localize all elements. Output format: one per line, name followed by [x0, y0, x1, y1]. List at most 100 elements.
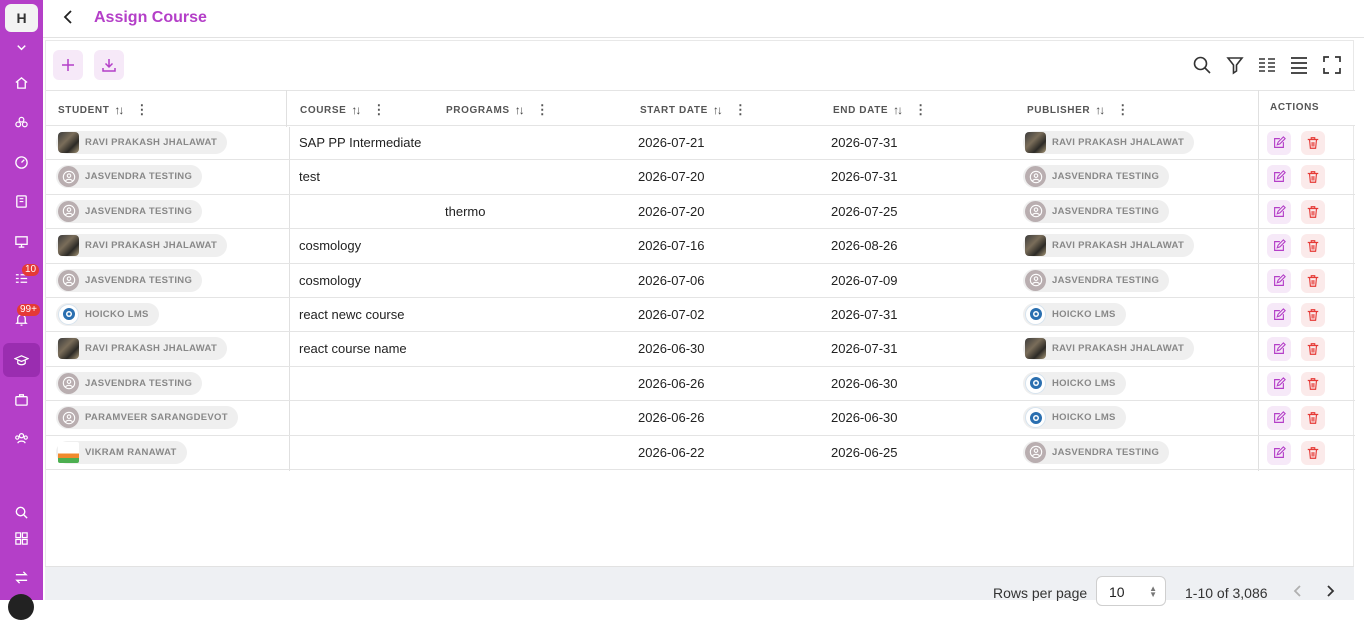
delete-button[interactable] — [1301, 337, 1325, 362]
table-row[interactable]: JASVENDRA TESTING thermo 2026-07-20 2026-07… — [46, 195, 1355, 230]
student-chip[interactable]: VIKRAM RANAWAT — [56, 440, 187, 464]
apps-icon[interactable] — [12, 529, 30, 547]
column-menu-icon[interactable]: ⋮ — [734, 102, 748, 118]
sort-icon[interactable]: ↑↓ — [515, 103, 525, 117]
search-icon[interactable] — [12, 503, 30, 521]
table-row[interactable]: JASVENDRA TESTING cosmology 2026-07-06 2026… — [46, 264, 1355, 298]
users-icon[interactable] — [12, 429, 30, 447]
edit-button[interactable] — [1267, 131, 1291, 155]
student-chip[interactable]: JASVENDRA TESTING — [56, 199, 203, 223]
edit-button[interactable] — [1267, 440, 1291, 465]
start-date-cell: 2026-07-20 — [638, 203, 705, 219]
student-chip[interactable]: RAVI PRAKASH JHALAWAT — [56, 131, 228, 154]
column-menu-icon[interactable]: ⋮ — [914, 102, 928, 118]
graduation-cap-icon[interactable] — [12, 351, 30, 369]
group-icon[interactable] — [12, 113, 30, 131]
filter-button[interactable] — [1224, 54, 1246, 76]
table-row[interactable]: PARAMVEER SARANGDEVOT 2026-06-26 2026-06-3… — [46, 401, 1355, 436]
column-divider[interactable] — [286, 90, 287, 127]
publisher-chip[interactable]: HOICKO LMS — [1023, 406, 1126, 430]
sort-icon[interactable]: ↑↓ — [351, 103, 361, 117]
column-start-date[interactable]: START DATE ↑↓ ⋮ — [640, 102, 747, 118]
student-chip[interactable]: JASVENDRA TESTING — [56, 268, 203, 292]
columns-button[interactable] — [1256, 54, 1278, 76]
edit-button[interactable] — [1267, 165, 1291, 190]
add-button[interactable] — [53, 50, 83, 80]
edit-button[interactable] — [1267, 302, 1291, 327]
user-avatar[interactable] — [8, 594, 34, 620]
edit-button[interactable] — [1267, 337, 1291, 362]
publisher-chip[interactable]: RAVI PRAKASH JHALAWAT — [1023, 337, 1195, 361]
column-end-date[interactable]: END DATE ↑↓ ⋮ — [833, 102, 928, 118]
plus-icon — [62, 59, 74, 71]
edit-button[interactable] — [1267, 199, 1291, 224]
density-button[interactable] — [1288, 54, 1310, 76]
column-menu-icon[interactable]: ⋮ — [372, 102, 386, 118]
book-icon[interactable] — [12, 192, 30, 210]
student-chip[interactable]: JASVENDRA TESTING — [56, 371, 203, 395]
delete-button[interactable] — [1301, 371, 1325, 396]
course-cell: react course name — [299, 341, 407, 357]
publisher-chip[interactable]: JASVENDRA TESTING — [1023, 268, 1170, 292]
table-row[interactable]: JASVENDRA TESTING 2026-06-26 2026-06-30 HOI… — [46, 367, 1355, 402]
student-chip[interactable]: HOICKO LMS — [56, 302, 159, 326]
rows-per-page-select[interactable]: 10 ▲ ▼ — [1096, 576, 1166, 606]
table-row[interactable]: RAVI PRAKASH JHALAWAT SAP PP Intermediate… — [46, 126, 1355, 161]
student-chip[interactable]: RAVI PRAKASH JHALAWAT — [56, 337, 228, 361]
download-button[interactable] — [94, 50, 124, 80]
chevron-down-icon[interactable] — [12, 38, 30, 56]
table-row[interactable]: JASVENDRA TESTING test 2026-07-20 2026-07-3… — [46, 160, 1355, 195]
swap-icon[interactable] — [12, 568, 30, 586]
column-programs[interactable]: PROGRAMS ↑↓ ⋮ — [446, 102, 549, 118]
publisher-chip[interactable]: JASVENDRA TESTING — [1023, 165, 1170, 189]
delete-button[interactable] — [1301, 165, 1325, 190]
student-chip[interactable]: JASVENDRA TESTING — [56, 165, 203, 189]
sort-icon[interactable]: ↑↓ — [893, 103, 903, 117]
edit-button[interactable] — [1267, 406, 1291, 431]
delete-button[interactable] — [1301, 268, 1325, 293]
table-row[interactable]: RAVI PRAKASH JHALAWAT react course name 20… — [46, 332, 1355, 367]
column-publisher[interactable]: PUBLISHER ↑↓ ⋮ — [1027, 102, 1130, 118]
publisher-chip[interactable]: HOICKO LMS — [1023, 302, 1126, 326]
delete-button[interactable] — [1301, 131, 1325, 155]
edit-button[interactable] — [1267, 234, 1291, 259]
presentation-icon[interactable] — [12, 232, 30, 250]
publisher-chip[interactable]: HOICKO LMS — [1023, 371, 1126, 395]
publisher-chip[interactable]: JASVENDRA TESTING — [1023, 440, 1170, 464]
back-arrow-icon[interactable] — [61, 9, 79, 27]
delete-button[interactable] — [1301, 440, 1325, 465]
student-chip[interactable]: PARAMVEER SARANGDEVOT — [56, 406, 238, 430]
table-row[interactable]: RAVI PRAKASH JHALAWAT cosmology 2026-07-16… — [46, 229, 1355, 264]
sort-icon[interactable]: ↑↓ — [713, 103, 723, 117]
table-row[interactable]: HOICKO LMS react newc course 2026-07-02 202… — [46, 298, 1355, 333]
home-icon[interactable] — [12, 73, 30, 91]
briefcase-icon[interactable] — [12, 390, 30, 408]
column-course[interactable]: COURSE ↑↓ ⋮ — [300, 102, 386, 118]
column-label: STUDENT — [58, 104, 110, 116]
search-table-button[interactable] — [1191, 54, 1213, 76]
prev-page-button[interactable] — [1290, 583, 1308, 601]
column-menu-icon[interactable]: ⋮ — [1116, 102, 1130, 118]
edit-button[interactable] — [1267, 371, 1291, 396]
delete-button[interactable] — [1301, 199, 1325, 224]
gauge-icon[interactable] — [12, 153, 30, 171]
table-row[interactable]: VIKRAM RANAWAT 2026-06-22 2026-06-25 JASVEN… — [46, 436, 1355, 470]
publisher-chip[interactable]: RAVI PRAKASH JHALAWAT — [1023, 234, 1195, 258]
edit-button[interactable] — [1267, 268, 1291, 293]
app-logo[interactable]: H — [5, 4, 38, 32]
delete-button[interactable] — [1301, 234, 1325, 259]
column-menu-icon[interactable]: ⋮ — [135, 102, 149, 118]
sort-icon[interactable]: ↑↓ — [114, 103, 124, 117]
column-menu-icon[interactable]: ⋮ — [536, 102, 550, 118]
publisher-chip[interactable]: RAVI PRAKASH JHALAWAT — [1023, 131, 1195, 154]
fullscreen-button[interactable] — [1321, 54, 1343, 76]
column-student[interactable]: STUDENT ↑↓ ⋮ — [58, 102, 149, 118]
delete-button[interactable] — [1301, 302, 1325, 327]
publisher-chip[interactable]: JASVENDRA TESTING — [1023, 199, 1170, 223]
publisher-name: JASVENDRA TESTING — [1052, 171, 1160, 183]
next-page-button[interactable] — [1322, 583, 1340, 601]
sort-icon[interactable]: ↑↓ — [1095, 103, 1105, 117]
student-name: VIKRAM RANAWAT — [85, 446, 177, 458]
delete-button[interactable] — [1301, 406, 1325, 431]
student-chip[interactable]: RAVI PRAKASH JHALAWAT — [56, 234, 228, 258]
